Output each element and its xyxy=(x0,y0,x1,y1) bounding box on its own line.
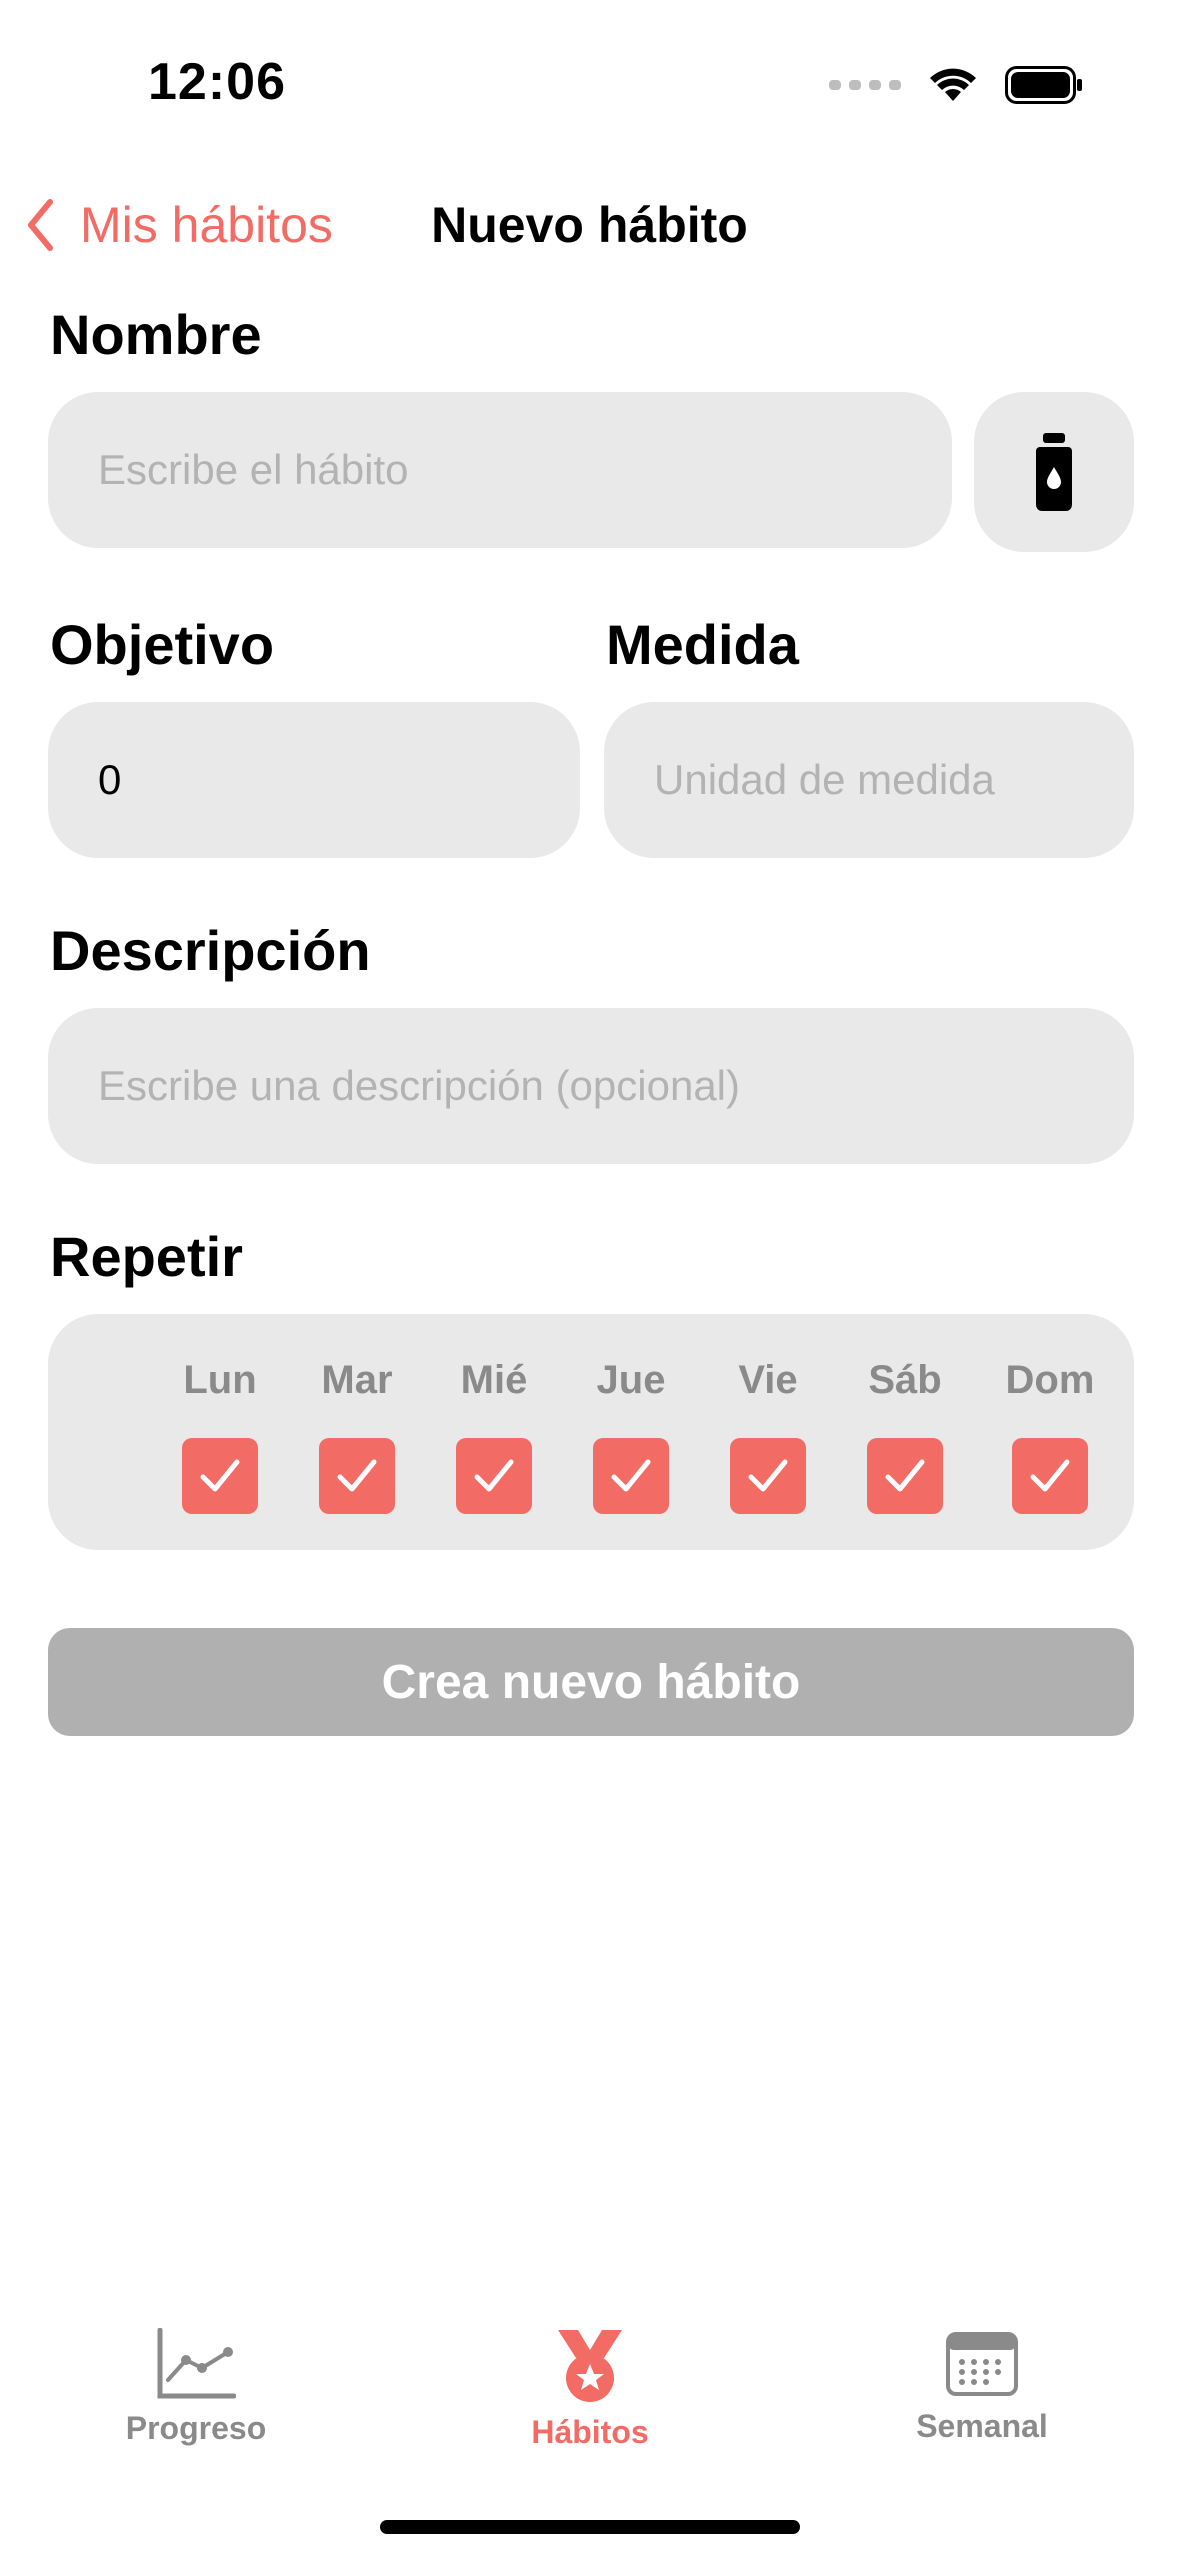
day-checkbox-saturday[interactable] xyxy=(867,1438,943,1514)
battery-icon xyxy=(1005,66,1082,104)
tab-semanal[interactable]: Semanal xyxy=(862,2328,1102,2445)
back-button[interactable]: Mis hábitos xyxy=(26,196,333,254)
back-button-label: Mis hábitos xyxy=(80,197,333,253)
medal-icon xyxy=(558,2330,622,2402)
page-title: Nuevo hábito xyxy=(431,197,748,253)
day-label: Dom xyxy=(1005,1358,1095,1402)
day-checkbox-wednesday[interactable] xyxy=(456,1438,532,1514)
day-checkbox-sunday[interactable] xyxy=(1012,1438,1088,1514)
checkmark-icon xyxy=(1030,1459,1070,1492)
day-checkbox-monday[interactable] xyxy=(182,1438,258,1514)
unit-input[interactable] xyxy=(652,755,1134,805)
goal-field-container xyxy=(48,702,580,858)
day-label: Mar xyxy=(321,1358,393,1402)
checkmark-icon xyxy=(337,1459,377,1492)
name-input[interactable] xyxy=(96,445,952,495)
checkmark-icon xyxy=(885,1459,925,1492)
unit-field-container xyxy=(604,702,1134,858)
tab-label: Progreso xyxy=(125,2410,267,2446)
tab-habitos[interactable]: Hábitos xyxy=(470,2328,710,2451)
cellular-signal-icon xyxy=(829,80,901,90)
day-label: Lun xyxy=(183,1358,257,1402)
description-input[interactable] xyxy=(96,1061,1134,1111)
repeat-days-card: Lun Mar Mié Jue Vie Sáb Dom xyxy=(48,1314,1134,1550)
status-indicators xyxy=(829,66,1083,104)
calendar-icon xyxy=(946,2332,1018,2396)
day-label: Jue xyxy=(596,1358,666,1402)
status-time: 12:06 xyxy=(148,53,286,111)
tab-label: Hábitos xyxy=(531,2414,649,2450)
tab-label: Semanal xyxy=(916,2408,1048,2444)
name-label: Nombre xyxy=(50,303,262,366)
name-field-container xyxy=(48,392,952,548)
description-label: Descripción xyxy=(50,919,371,982)
checkmark-icon xyxy=(474,1459,514,1492)
day-label: Mié xyxy=(460,1358,528,1402)
description-field-container xyxy=(48,1008,1134,1164)
checkmark-icon xyxy=(748,1459,788,1492)
goal-input[interactable] xyxy=(96,755,580,805)
chart-line-icon xyxy=(157,2328,236,2399)
unit-label: Medida xyxy=(606,613,799,676)
day-label: Sáb xyxy=(868,1358,942,1402)
goal-label: Objetivo xyxy=(50,613,275,676)
bottle-icon xyxy=(1036,433,1072,511)
checkmark-icon xyxy=(611,1459,651,1492)
repeat-label: Repetir xyxy=(50,1225,243,1288)
day-label: Vie xyxy=(738,1358,798,1402)
day-checkbox-friday[interactable] xyxy=(730,1438,806,1514)
create-habit-button[interactable]: Crea nuevo hábito xyxy=(48,1628,1134,1736)
home-indicator[interactable] xyxy=(380,2520,800,2534)
wifi-icon xyxy=(930,68,976,101)
chevron-left-icon xyxy=(28,199,53,251)
day-checkbox-thursday[interactable] xyxy=(593,1438,669,1514)
habit-icon-button[interactable] xyxy=(974,392,1134,552)
day-checkbox-tuesday[interactable] xyxy=(319,1438,395,1514)
tab-progreso[interactable]: Progreso xyxy=(76,2328,316,2447)
checkmark-icon xyxy=(200,1459,240,1492)
